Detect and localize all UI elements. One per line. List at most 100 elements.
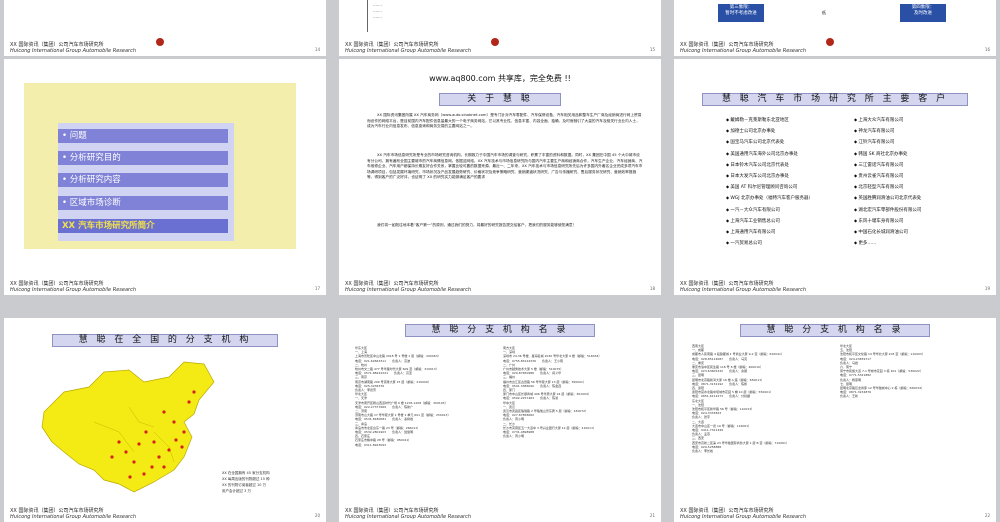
page-number: 18 [649,286,655,291]
footer-cn: XX 国际资讯（集团）公司汽车市场研究所 [10,508,104,514]
client-item: WGJ 北京办事处（福特汽车客户服务器） [726,193,813,204]
footer-cn: XX 国际资讯（集团）公司汽车市场研究所 [680,281,774,287]
slide-footer: XX 国际资讯（集团）公司汽车市场研究所 Huicong Internation… [680,507,990,520]
paragraph-1: XX 国际资讯集团所属 XX 汽车商务网（www.auto.sinobnet.c… [367,113,642,129]
banner-text: www.aq800.com 共享库，完全免费 !! [429,74,571,83]
bullet-icon: • [62,131,70,141]
slide-18-main[interactable]: www.aq800.com 共享库，完全免费 !! 关 于 慧 聪 XX 国际资… [339,59,661,295]
footer-cn: XX 国际资讯（集团）公司汽车市场研究所 [345,42,439,48]
footer-en: Huicong International Group Automobile R… [10,48,136,54]
menu-label: 区域市场诊断 [69,198,121,208]
footer-cn: XX 国际资讯（集团）公司汽车市场研究所 [680,42,774,48]
client-item: 更多…… [854,238,876,249]
client-item: 北京轻型汽车有限公司 [854,182,903,193]
client-item: 上海通用汽车有限公司 [726,227,775,238]
footer-cn: XX 国际资讯（集团）公司汽车市场研究所 [10,42,104,48]
branch-list-left: 西南大区 一、成都 成都市人民南路 4 段锦都城 1 号商业大厦 9-2 室（邮… [692,344,789,454]
branch-list-left: 华东大区 一、上海 上海市普陀区中山北路 2918 号 1 号楼 1 层（邮编：… [355,346,451,447]
page-number: 22 [984,513,990,518]
page-number: 21 [649,513,655,518]
branch-list-right: 华北大区 五、沈阳 沈阳市和平区文化路 14 号华北大厦 203 室（邮编：11… [840,344,925,399]
slide-title: 慧 聪 分 支 机 构 名 录 [740,324,930,337]
client-item: 国宝马汽车公司北京代表处 [726,137,784,148]
slide-22-main[interactable]: 慧 聪 分 支 机 构 名 录 西南大区 一、成都 成都市人民南路 4 段锦都城… [674,318,996,522]
footer-cn: XX 国际资讯（集团）公司汽车市场研究所 [10,281,104,287]
footer-en: Huicong International Group Automobile R… [10,287,136,293]
footer-cn: XX 国际资讯（集团）公司汽车市场研究所 [345,281,439,287]
slide-footer: XX 国际资讯（集团）公司汽车市场研究所 Huicong Internation… [10,41,320,54]
slide-footer: XX 国际资讯（集团）公司汽车市场研究所 Huicong Internation… [345,41,655,54]
footer-en: Huicong International Group Automobile R… [345,48,471,54]
footer-en: Huicong International Group Automobile R… [680,48,806,54]
footer-en: Huicong International Group Automobile R… [345,287,471,293]
slide-title: 关 于 慧 聪 [439,93,561,106]
axis-low-label: 低 [822,10,826,15]
quadrant-3-box: 第三象限： 暂时不考虑改进 [718,4,764,22]
client-item: 韩国 SK 商社北京办事处 [854,149,907,160]
slide-footer: XX 国际资讯（集团）公司汽车市场研究所 Huicong Internation… [10,280,320,293]
client-item: 上海大众汽车有限公司 [854,115,903,126]
client-item: 日本大发汽车公司北京办事处 [726,171,789,182]
page-number: 19 [984,286,990,291]
menu-label: 分析研究内容 [69,175,121,185]
divider-line [367,0,368,32]
menu-item-intro[interactable]: XX 汽车市场研究所简介 [58,219,228,233]
footer-en: Huicong International Group Automobile R… [680,287,806,293]
slide-16-strip[interactable]: 第三象限： 暂时不考虑改进 低 第四象限： 及时改进 XX 国际资讯（集团）公司… [674,0,996,56]
footer-en: Huicong International Group Automobile R… [345,514,471,520]
menu-item-purpose[interactable]: • 分析研究目的 [58,151,228,165]
client-item: 美国 AT 科尔尼管理顾问咨询公司 [726,182,797,193]
client-item: 中国石化长城润滑油公司 [854,227,908,238]
footer-en: Huicong International Group Automobile R… [10,514,136,520]
slide-19-main[interactable]: 慧 聪 汽 车 市 场 研 究 所 主 要 客 户 戴姆勒－克莱斯勒东北亚地区加… [674,59,996,295]
menu-item-region[interactable]: • 区域市场诊断 [58,196,228,210]
client-item: 一汽贸易总公司 [726,238,762,249]
branch-list-right: 南方大区 一、深圳 深圳市 24-36 号楼、星海名城 2030 号华北大厦 6… [503,346,602,439]
client-item: 江铃汽车有限公司 [854,137,894,148]
bullet-icon: • [62,153,70,163]
menu-item-content[interactable]: • 分析研究内容 [58,173,228,187]
paragraph-3: 我们将一如既往地本着“客户第一”的原则，通过我们的努力，将最好的研究报告提交给客… [377,223,577,227]
menu-item-problem[interactable]: • 问题 [58,129,228,143]
slide-overlay: XX 国际资讯（集团）公司汽车市场研究所 Huicong Internation… [0,0,1000,522]
client-item: 三江雷诺汽车有限公司 [854,160,903,171]
menu-label: XX 汽车市场研究所简介 [62,221,155,231]
slide-15-strip[interactable]: ....... ....... ....... XX 国际资讯（集团）公司汽车市… [339,0,661,56]
slide-title: 慧 聪 在 全 国 的 分 支 机 构 [52,334,278,347]
slide-14-strip[interactable]: XX 国际资讯（集团）公司汽车市场研究所 Huicong Internation… [4,0,326,56]
china-map-shape [41,361,215,493]
page-number: 15 [649,47,655,52]
menu-label: 分析研究目的 [69,153,121,163]
client-item: 东风十堰车身有限公司 [854,216,903,227]
map-legend: XX 在全国拥有 45 家分支机构 XX 每周出版的刊物超过 15 种 XX 的… [222,470,270,494]
page-number: 16 [984,47,990,52]
slide-20-main[interactable]: 慧 聪 在 全 国 的 分 支 机 构 XX 在全国拥有 45 家分支机构 XX… [4,318,326,522]
client-item: 加德士公司北京办事处 [726,126,775,137]
slide-footer: XX 国际资讯（集团）公司汽车市场研究所 Huicong Internation… [345,280,655,293]
client-item: 神龙汽车有限公司 [854,126,894,137]
client-item: 戴姆勒－克莱斯勒东北亚地区 [726,115,789,126]
client-item: 湖北宏汽车零部件股份有限公司 [854,205,921,216]
client-item: 贵州云雀汽车有限公司 [854,171,903,182]
footer-cn: XX 国际资讯（集团）公司汽车市场研究所 [680,508,774,514]
page-number: 17 [314,286,320,291]
paragraph-2: XX 汽车市场信息研究所是专业的市场研究咨询机构，长期致力于中国汽车市场的调查与… [367,153,643,180]
bullet-icon: • [62,175,70,185]
slide-footer: XX 国际资讯（集团）公司汽车市场研究所 Huicong Internation… [10,507,320,520]
footer-en: Huicong International Group Automobile R… [680,514,806,520]
menu-label: 问题 [69,131,87,141]
client-item: 一汽－大众汽车有限公司 [726,205,780,216]
china-map [41,361,215,493]
slide-title: 慧 聪 汽 车 市 场 研 究 所 主 要 客 户 [702,93,968,106]
client-item: 日本铃木汽车公司北京代表处 [726,160,789,171]
slide-title: 慧 聪 分 支 机 构 名 录 [405,324,595,337]
slide-footer: XX 国际资讯（集团）公司汽车市场研究所 Huicong Internation… [345,507,655,520]
quadrant-4-box: 第四象限： 及时改进 [900,4,946,22]
slide-17-main[interactable]: • 问题 • 分析研究目的 • 分析研究内容 • 区域市场诊断 XX 汽车市场研… [4,59,326,295]
page-number: 20 [314,513,320,518]
slide-footer: XX 国际资讯（集团）公司汽车市场研究所 Huicong Internation… [680,41,990,54]
bullet-icon: • [62,198,70,208]
slide-21-main[interactable]: 慧 聪 分 支 机 构 名 录 华东大区 一、上海 上海市普陀区中山北路 291… [339,318,661,522]
slide-footer: XX 国际资讯（集团）公司汽车市场研究所 Huicong Internation… [680,280,990,293]
legend-item: 用户会计超过 3 万 [222,489,251,493]
